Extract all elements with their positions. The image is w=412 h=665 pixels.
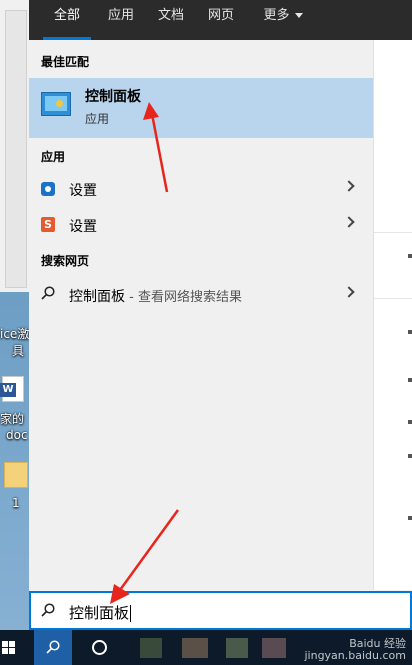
search-icon — [46, 640, 60, 654]
tab-more[interactable]: 更多 — [255, 0, 311, 40]
app-result-label: 设置 — [69, 183, 97, 199]
taskbar-app-icon[interactable] — [226, 638, 248, 658]
taskbar-app-icon[interactable] — [262, 638, 286, 658]
baidu-watermark: Baidu 经验 jingyan.baidu.com — [304, 637, 406, 662]
desktop-icon-label: ice激 — [0, 327, 30, 341]
word-document-icon[interactable]: W — [0, 376, 24, 402]
taskbar: Baidu 经验 jingyan.baidu.com — [0, 630, 412, 665]
chevron-right-icon[interactable] — [343, 180, 355, 192]
tab-all[interactable]: 全部 — [43, 0, 91, 40]
tab-documents[interactable]: 文档 — [151, 0, 191, 40]
folder-icon[interactable] — [4, 462, 28, 488]
tab-apps[interactable]: 应用 — [101, 0, 141, 40]
control-panel-icon — [41, 92, 71, 116]
filter-tab-bar: 全部 应用 文档 网页 更多 — [29, 0, 412, 40]
taskbar-app-icon[interactable] — [140, 638, 162, 658]
annotation-arrow — [143, 102, 169, 193]
chevron-down-icon — [294, 13, 303, 18]
desktop-icon-label: 1 — [12, 496, 20, 510]
windows-start-icon[interactable] — [2, 641, 16, 655]
chevron-right-icon[interactable] — [343, 286, 355, 298]
app-result-label: 设置 — [69, 219, 97, 235]
gear-icon — [41, 182, 55, 196]
best-match-subtitle: 应用 — [85, 112, 110, 126]
s-app-icon: S — [41, 217, 55, 232]
section-best-match: 最佳匹配 — [41, 55, 90, 69]
annotation-arrow — [110, 509, 180, 604]
web-result-label: 控制面板 - 查看网络搜索结果 — [69, 289, 242, 305]
preview-pane — [373, 40, 412, 590]
tab-web[interactable]: 网页 — [201, 0, 241, 40]
start-search-panel: 全部 应用 文档 网页 更多 最佳匹配 控制面板 应用 应用 设置 S 设置 搜… — [29, 0, 412, 630]
desktop-icon-label: doc — [6, 428, 28, 442]
section-web-search: 搜索网页 — [41, 254, 90, 268]
best-match-title: 控制面板 — [85, 89, 141, 105]
search-icon — [41, 286, 55, 300]
chevron-right-icon[interactable] — [343, 216, 355, 228]
desktop-icon-label: 家的 — [0, 412, 25, 426]
web-result-suffix: - 查看网络搜索结果 — [125, 290, 242, 305]
cortana-icon[interactable] — [92, 640, 107, 655]
search-box[interactable]: 控制面板 — [29, 591, 412, 630]
search-icon — [41, 603, 55, 617]
app-result-settings-2[interactable]: S 设置 — [29, 208, 373, 242]
web-search-result[interactable]: 控制面板 - 查看网络搜索结果 — [29, 278, 373, 312]
desktop-icon-label: 具 — [12, 344, 25, 358]
app-result-settings[interactable]: 设置 — [29, 172, 373, 206]
results-list: 最佳匹配 控制面板 应用 应用 设置 S 设置 搜索网页 控制面板 - 查看网络… — [29, 40, 373, 590]
taskbar-app-icon[interactable] — [182, 638, 208, 658]
taskbar-search-button[interactable] — [34, 630, 72, 665]
section-apps: 应用 — [41, 150, 66, 164]
background-window — [0, 0, 32, 292]
best-match-control-panel[interactable]: 控制面板 应用 — [29, 78, 373, 138]
